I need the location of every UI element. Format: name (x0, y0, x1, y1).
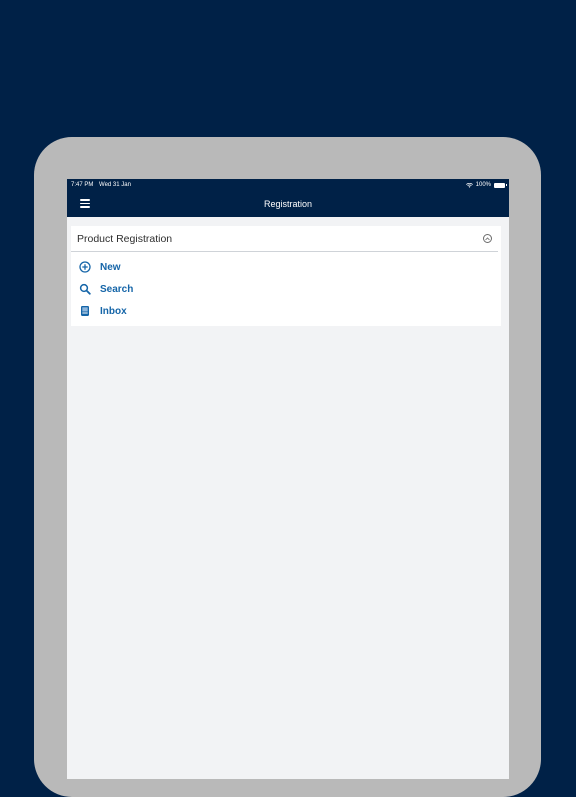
battery-level: 100% (475, 182, 491, 188)
battery-icon (494, 182, 507, 188)
menu-item-label: Inbox (100, 305, 127, 317)
card-header: Product Registration (71, 226, 498, 252)
page-title: Registration (263, 199, 313, 209)
status-time: 7:47 PM (71, 182, 94, 188)
menu-item-search[interactable]: Search (79, 278, 501, 300)
chevron-up-icon[interactable] (483, 234, 492, 243)
plus-circle-icon (79, 261, 91, 273)
menu-list: New Search Inbox (71, 252, 501, 326)
product-registration-card: Product Registration New Search Inbox (71, 226, 501, 326)
status-date: Wed 31 Jan (99, 182, 131, 188)
wifi-icon (465, 182, 473, 188)
app-screen: 7:47 PM Wed 31 Jan 100% Registration Pro… (67, 179, 509, 779)
hamburger-menu-icon[interactable] (80, 199, 90, 208)
menu-item-label: Search (100, 283, 134, 295)
section-title: Product Registration (77, 232, 173, 245)
menu-item-inbox[interactable]: Inbox (79, 300, 501, 322)
nav-bar: Registration (67, 191, 509, 217)
menu-item-label: New (100, 261, 121, 273)
status-bar: 7:47 PM Wed 31 Jan 100% (67, 179, 509, 191)
inbox-icon (79, 305, 91, 317)
search-icon (79, 283, 91, 295)
menu-item-new[interactable]: New (79, 256, 501, 278)
